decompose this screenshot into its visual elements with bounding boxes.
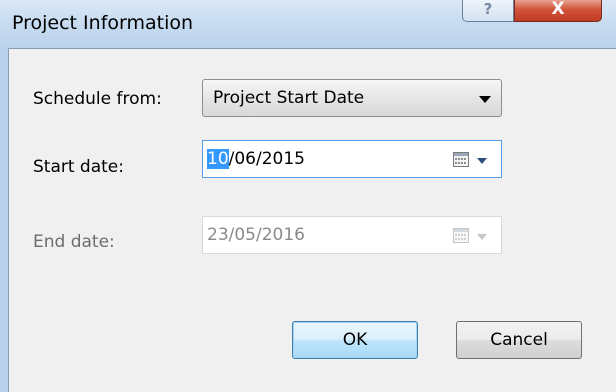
help-icon: ?	[483, 0, 493, 18]
chevron-down-icon[interactable]	[477, 158, 487, 164]
schedule-from-value: Project Start Date	[213, 88, 365, 108]
schedule-from-label: Schedule from:	[33, 89, 162, 109]
start-date-value[interactable]: 10/06/2015	[207, 149, 305, 169]
help-button[interactable]: ?	[462, 0, 514, 22]
chevron-down-icon[interactable]	[479, 96, 491, 103]
dialog-title: Project Information	[12, 12, 194, 34]
calendar-icon	[453, 228, 469, 243]
end-date-label: End date:	[33, 232, 115, 252]
start-date-field[interactable]: 10/06/2015	[202, 140, 502, 178]
start-date-label: Start date:	[33, 157, 124, 177]
close-button[interactable]: X	[514, 0, 602, 22]
ok-button[interactable]: OK	[292, 321, 418, 359]
end-date-value: 23/05/2016	[207, 225, 305, 245]
calendar-icon[interactable]	[453, 152, 469, 167]
chevron-down-icon	[477, 234, 487, 240]
close-icon: X	[551, 0, 565, 19]
schedule-from-select[interactable]: Project Start Date	[202, 79, 502, 117]
project-information-dialog: Project Information ? X Schedule from: P…	[0, 0, 616, 392]
start-date-rest-text: /06/2015	[228, 149, 305, 169]
cancel-button[interactable]: Cancel	[456, 321, 582, 359]
end-date-field[interactable]: 23/05/2016	[202, 216, 502, 254]
start-date-selected-text: 10	[207, 149, 229, 169]
dialog-body: Schedule from: Project Start Date Start …	[8, 48, 616, 392]
title-bar[interactable]: Project Information ? X	[0, 0, 616, 48]
